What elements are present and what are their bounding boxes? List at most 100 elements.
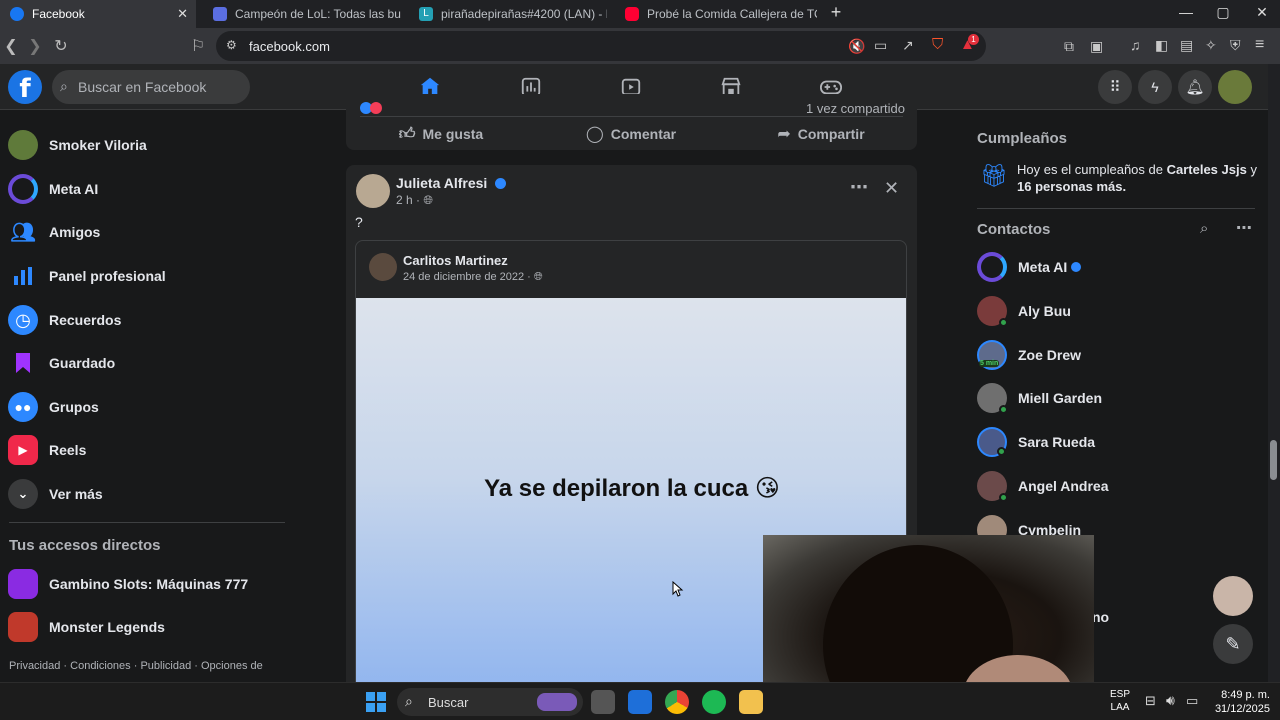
back-button[interactable]: ❮ bbox=[1, 36, 21, 56]
share-button[interactable]: ➦ Compartir bbox=[726, 116, 916, 152]
online-indicator bbox=[999, 318, 1008, 327]
taskbar-search[interactable]: ⌕ Buscar bbox=[397, 688, 583, 716]
clock[interactable]: 8:49 p. m. 31/12/2025 bbox=[1206, 688, 1270, 716]
menu-grid-button[interactable]: ⠿ bbox=[1098, 70, 1132, 104]
vpn-icon[interactable]: ⛨ bbox=[1230, 37, 1241, 54]
search-highlight-icon bbox=[537, 693, 577, 711]
reader-icon[interactable]: ▣ bbox=[1090, 38, 1103, 55]
extensions-icon[interactable]: ⧉ bbox=[1064, 38, 1074, 55]
bookmark-icon[interactable]: ⚐ bbox=[188, 36, 208, 56]
site-info-icon[interactable]: ⚙ bbox=[226, 38, 237, 52]
sidebar-item-friends[interactable]: 👥︎ Amigos bbox=[8, 212, 288, 252]
tab-lol-builds[interactable]: Campeón de LoL: Todas las builds, tie bbox=[203, 0, 401, 28]
sidebar-item-meta-ai[interactable]: Meta AI bbox=[8, 169, 288, 209]
birthday-prefix: Hoy es el cumpleaños de bbox=[1017, 162, 1167, 177]
messenger-button[interactable]: ϟ bbox=[1138, 70, 1172, 104]
avatar: 5 min bbox=[977, 340, 1007, 370]
close-icon[interactable]: ✕ bbox=[884, 178, 899, 199]
url-field[interactable]: ⚙ facebook.com 🔇 ▭ ↗ ⛉ ▲ 1 bbox=[216, 31, 986, 61]
notifications-button[interactable]: 🔔︎ bbox=[1178, 70, 1212, 104]
close-window-button[interactable]: ✕ bbox=[1247, 4, 1277, 21]
contact-angel-andrea[interactable]: Angel Andrea bbox=[977, 466, 1257, 506]
mute-icon[interactable]: 🔇 bbox=[848, 38, 865, 55]
new-tab-button[interactable]: + bbox=[821, 2, 851, 23]
chat-head-avatar[interactable] bbox=[1213, 576, 1253, 616]
minimize-button[interactable]: — bbox=[1171, 4, 1201, 20]
sidebar-item-reels[interactable]: ▶ Reels bbox=[8, 430, 288, 470]
shared-author-avatar[interactable] bbox=[369, 253, 397, 281]
search-input[interactable] bbox=[78, 70, 246, 104]
bookmark-icon bbox=[8, 348, 38, 378]
search-contacts-icon[interactable]: ⌕ bbox=[1200, 220, 1208, 237]
contact-meta-ai[interactable]: Meta AI bbox=[977, 247, 1257, 287]
groups-icon: ●● bbox=[8, 392, 38, 422]
url-text: facebook.com bbox=[249, 39, 330, 54]
windows-start-icon[interactable] bbox=[366, 692, 386, 712]
partial-contact-name[interactable]: no bbox=[1092, 609, 1109, 625]
store-icon[interactable] bbox=[628, 690, 652, 714]
spotify-icon[interactable] bbox=[702, 690, 726, 714]
wallet-icon[interactable]: ▤ bbox=[1180, 37, 1193, 54]
contact-sara-rueda[interactable]: Sara Rueda bbox=[977, 422, 1257, 462]
leo-ai-icon[interactable]: ✧ bbox=[1205, 37, 1217, 54]
contact-aly-buu[interactable]: Aly Buu bbox=[977, 291, 1257, 331]
volume-icon[interactable]: 🔊︎ bbox=[1166, 692, 1175, 709]
contact-name: Miell Garden bbox=[1018, 390, 1103, 406]
shortcut-gambino-slots[interactable]: Gambino Slots: Máquinas 777 bbox=[8, 564, 288, 604]
tab-youtube-video[interactable]: Probé la Comida Callejera de TODO e bbox=[615, 0, 817, 28]
contact-name: Meta AI bbox=[1018, 259, 1068, 275]
maximize-button[interactable]: ▢ bbox=[1208, 4, 1238, 21]
brave-shield-icon[interactable]: ⛉ bbox=[932, 36, 943, 53]
tab-facebook[interactable]: Facebook ✕ bbox=[0, 0, 196, 28]
like-button[interactable]: 👍︎ Me gusta bbox=[346, 116, 536, 152]
search-box[interactable]: ⌕ bbox=[52, 70, 250, 104]
menu-icon[interactable]: ≡ bbox=[1255, 36, 1264, 54]
shared-post-date[interactable]: 24 de diciembre de 2022 · bbox=[403, 271, 531, 283]
more-options-icon[interactable]: ⋯ bbox=[850, 177, 868, 198]
sidebar-see-more[interactable]: ⌄ Ver más bbox=[8, 474, 288, 514]
close-tab-icon[interactable]: ✕ bbox=[177, 6, 188, 22]
contact-zoe-drew[interactable]: 5 min Zoe Drew bbox=[977, 335, 1257, 375]
media-icon[interactable]: ♫ bbox=[1130, 37, 1141, 53]
cast-icon[interactable]: ▭ bbox=[874, 37, 887, 54]
chrome-icon[interactable] bbox=[665, 690, 689, 714]
battery-icon[interactable]: ▭ bbox=[1186, 693, 1198, 709]
more-options-icon[interactable]: ⋯ bbox=[1236, 218, 1252, 238]
sidebar-item-profile[interactable]: Smoker Viloria bbox=[8, 125, 288, 165]
network-icon[interactable]: ⊟ bbox=[1145, 693, 1156, 709]
shortcut-monster-legends[interactable]: Monster Legends bbox=[8, 607, 288, 647]
post-author[interactable]: Julieta Alfresi bbox=[396, 175, 507, 191]
globe-icon: 🌐︎ bbox=[533, 271, 543, 283]
mouse-cursor-icon bbox=[672, 581, 684, 597]
sidebar-item-groups[interactable]: ●● Grupos bbox=[8, 387, 288, 427]
language-indicator[interactable]: ESP LAA bbox=[1110, 688, 1130, 714]
shared-author-name[interactable]: Carlitos Martinez bbox=[403, 253, 508, 268]
tab-league-profile[interactable]: L pirañadepirañas#4200 (LAN) - Leagu bbox=[409, 0, 607, 28]
facebook-logo[interactable]: f bbox=[8, 70, 42, 104]
scrollbar-thumb[interactable] bbox=[1270, 440, 1277, 480]
forward-button[interactable]: ❯ bbox=[25, 36, 45, 56]
share-count[interactable]: 1 vez compartido bbox=[806, 101, 905, 116]
sidebar-item-saved[interactable]: Guardado bbox=[8, 343, 288, 383]
chevron-down-icon: ⌄ bbox=[8, 479, 38, 509]
post-time[interactable]: 2 h · bbox=[396, 193, 420, 207]
sidebar-item-dashboard[interactable]: Panel profesional bbox=[8, 256, 288, 296]
file-explorer-icon[interactable] bbox=[739, 690, 763, 714]
sidebar-item-label: Amigos bbox=[49, 224, 101, 240]
footer-links[interactable]: Privacidad · Condiciones · Publicidad · … bbox=[9, 660, 263, 672]
share-icon[interactable]: ↗ bbox=[902, 37, 914, 54]
sidebar-item-label: Smoker Viloria bbox=[49, 137, 147, 153]
birthday-text[interactable]: Hoy es el cumpleaños de Carteles Jsjs y 1… bbox=[1017, 161, 1257, 195]
sidebar-item-memories[interactable]: ◷ Recuerdos bbox=[8, 300, 288, 340]
author-avatar[interactable] bbox=[356, 174, 390, 208]
new-message-button[interactable]: ✎ bbox=[1213, 624, 1253, 664]
task-view-icon[interactable] bbox=[591, 690, 615, 714]
profile-avatar[interactable] bbox=[1218, 70, 1252, 104]
sidebar-icon[interactable]: ◧ bbox=[1155, 37, 1168, 54]
page-scrollbar[interactable] bbox=[1268, 64, 1280, 682]
reload-button[interactable]: ↻ bbox=[51, 36, 71, 56]
contact-miell-garden[interactable]: Miell Garden bbox=[977, 378, 1257, 418]
comment-button[interactable]: ◯ Comentar bbox=[536, 116, 726, 152]
browser-tab-bar: Facebook ✕ Campeón de LoL: Todas las bui… bbox=[0, 0, 1280, 28]
contact-name: Angel Andrea bbox=[1018, 478, 1109, 494]
